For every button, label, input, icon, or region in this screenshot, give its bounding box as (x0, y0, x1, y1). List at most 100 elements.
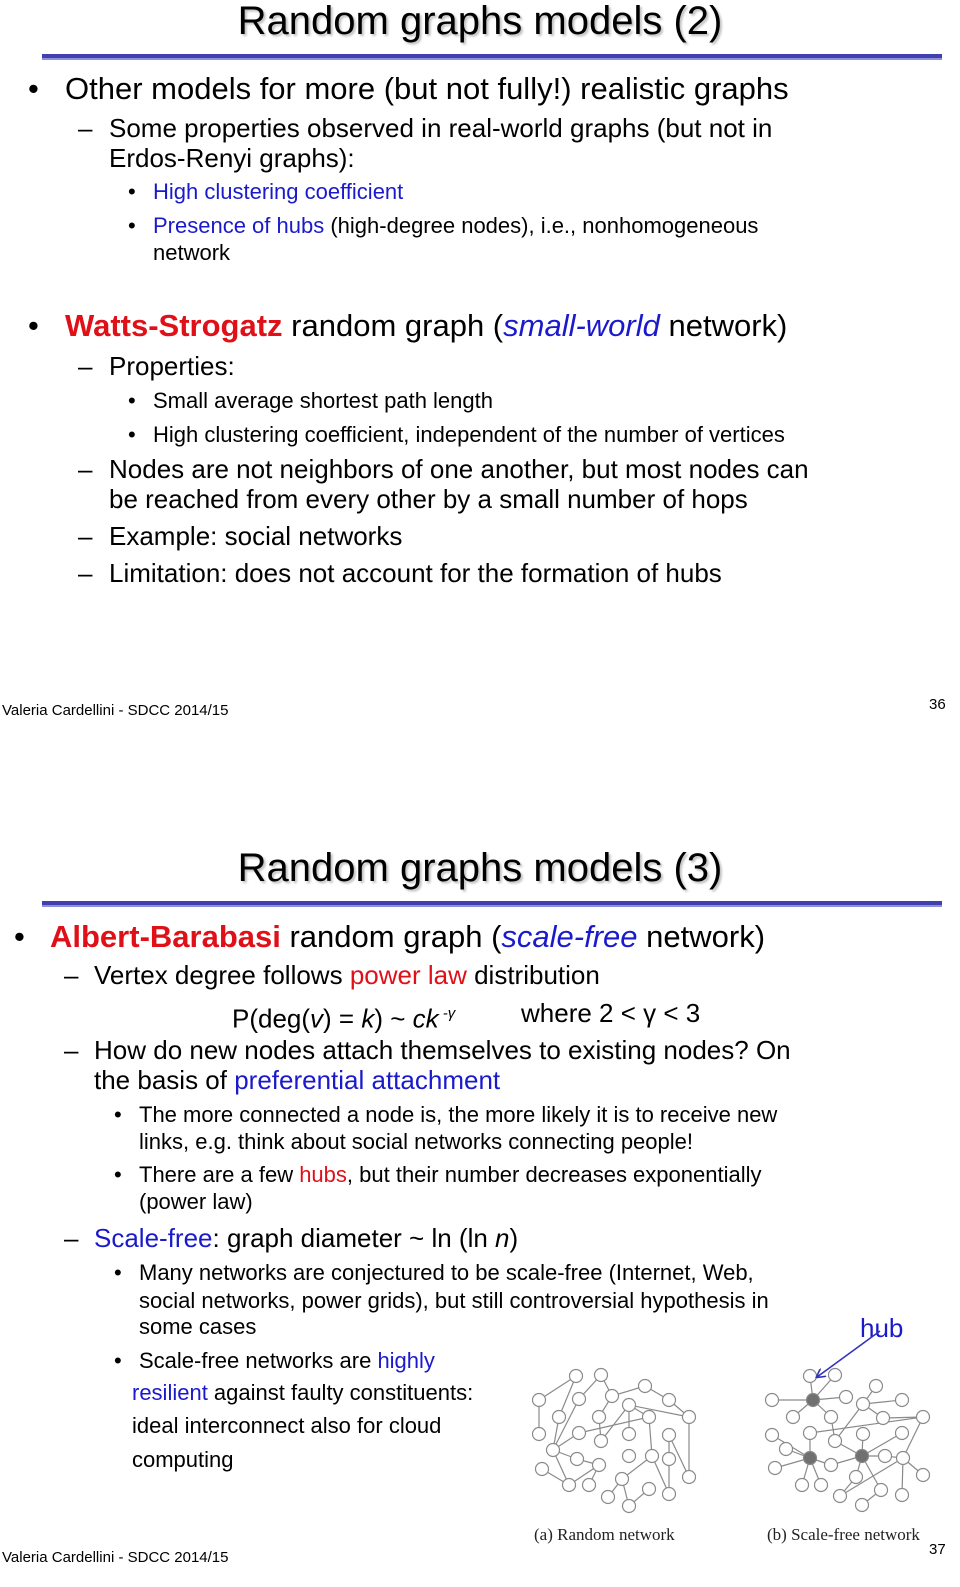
item-text: High clustering coefficient (153, 179, 404, 204)
graph-edge (861, 1489, 882, 1506)
graph-node (875, 1410, 891, 1426)
graph-node (569, 1451, 585, 1467)
item-text: links, e.g. think about social networks … (139, 1129, 693, 1154)
graph-edge (598, 1416, 602, 1442)
text: the basis of (94, 1065, 235, 1095)
graph-edge (611, 1385, 646, 1397)
graph-edge (855, 1455, 863, 1478)
graph-node (764, 1392, 780, 1408)
item-text: Small average shortest path length (153, 388, 493, 413)
graph-node (545, 1442, 561, 1458)
text: against faulty constituents: (207, 1380, 474, 1405)
graph-edge (882, 1416, 924, 1419)
graph-edge (541, 1468, 570, 1486)
graph-node (764, 1427, 780, 1443)
graph-edge (628, 1488, 650, 1507)
item-text: network (153, 240, 231, 265)
graph-edge (628, 1404, 650, 1418)
graph-node (894, 1487, 910, 1503)
graph-node (621, 1498, 637, 1514)
graph-node (568, 1368, 584, 1384)
dash-marker: – (78, 454, 93, 484)
bullet-text: Other models for more (but not fully!) r… (65, 71, 789, 106)
subbullet-text: Erdos-Renyi graphs): (109, 143, 355, 173)
text: distribution (466, 960, 600, 990)
graph-node (641, 1409, 657, 1425)
graph-node (873, 1482, 889, 1498)
graph-edge (809, 1457, 822, 1486)
graph-edge (600, 1404, 630, 1442)
page-number: 36 (929, 696, 946, 713)
graph-node (571, 1425, 587, 1441)
graph-node (614, 1471, 630, 1487)
formula-var: n (495, 1223, 510, 1253)
graph-node (581, 1477, 597, 1493)
graph-node (827, 1367, 843, 1383)
graph-node (894, 1425, 910, 1441)
bullet-dot: • (114, 1260, 122, 1285)
bullet-dot: • (114, 1102, 122, 1127)
graph-edge (862, 1385, 877, 1405)
graph-node (571, 1391, 587, 1407)
graph-edge (834, 1440, 863, 1457)
bullet-dot: • (28, 71, 39, 106)
formula-part: ) = (323, 1003, 362, 1034)
graph-edge (862, 1399, 903, 1405)
graph-edge (648, 1416, 653, 1457)
text: ) (509, 1223, 519, 1253)
bullet-dot: • (14, 919, 25, 954)
graph-node (854, 1497, 870, 1513)
graph-edge (552, 1449, 578, 1460)
subbullet-text: Vertex degree follows power law distribu… (94, 960, 600, 991)
graph-node (561, 1477, 577, 1493)
graph-edge (861, 1432, 903, 1457)
graph-node (531, 1426, 547, 1442)
graph-node (915, 1409, 931, 1425)
dash-marker: – (78, 558, 93, 588)
subbullet-text: be reached from every other by a small n… (109, 484, 748, 514)
formula-condition: where 2 < γ < 3 (521, 998, 701, 1028)
graph-hub-node (802, 1450, 818, 1466)
graph-node (915, 1467, 931, 1483)
text: network) (637, 919, 766, 954)
bullet-dot: • (128, 213, 136, 238)
graph-node (794, 1477, 810, 1493)
graph-edge (644, 1385, 670, 1401)
text: , but their number decreases exponential… (346, 1162, 762, 1187)
graph-edge (552, 1432, 580, 1451)
graph-node (591, 1409, 607, 1425)
graph-node (848, 1469, 864, 1485)
graph-edge (839, 1457, 904, 1497)
graph-node (641, 1481, 657, 1497)
slide-36: Random graphs models (2) • Other models … (0, 0, 960, 740)
formula-part: ) ~ (374, 1003, 413, 1034)
slide-footer: Valeria Cardellini - SDCC 2014/15 (2, 1549, 229, 1566)
graph-edge (578, 1416, 650, 1434)
graph-node (813, 1477, 829, 1493)
graph-node (895, 1450, 911, 1466)
graph-node (604, 1388, 620, 1404)
item-text: There are a few hubs, but their number d… (139, 1161, 761, 1189)
graph-edge (588, 1464, 600, 1486)
subbullet-text: Limitation: does not account for the for… (109, 558, 722, 588)
bullet-dot: • (114, 1162, 122, 1187)
item-text: High clustering coefficient, independent… (153, 422, 785, 447)
formula: P(deg(v) = k) ~ ck -γ (232, 998, 455, 1035)
text: network) (659, 308, 788, 343)
graph-edge (812, 1374, 836, 1401)
dash-marker: – (64, 1223, 79, 1253)
graph-node (785, 1409, 801, 1425)
item-text: Many networks are conjectured to be scal… (139, 1260, 754, 1285)
bullet-text: Albert-Barabasi random graph (scale-free… (50, 919, 765, 955)
item-text: computing (132, 1447, 234, 1472)
text: Scale-free networks are (139, 1348, 378, 1373)
graph-edge (839, 1476, 857, 1497)
graph-edge (576, 1458, 600, 1466)
graph-node (661, 1427, 677, 1443)
graph-node (894, 1392, 910, 1408)
bullet-dot: • (28, 308, 39, 343)
highlight-text: power law (349, 960, 467, 990)
bullet-dot: • (128, 388, 136, 413)
graph-node (681, 1409, 697, 1425)
slide-37: Random graphs models (3) • Albert-Baraba… (0, 840, 960, 1587)
